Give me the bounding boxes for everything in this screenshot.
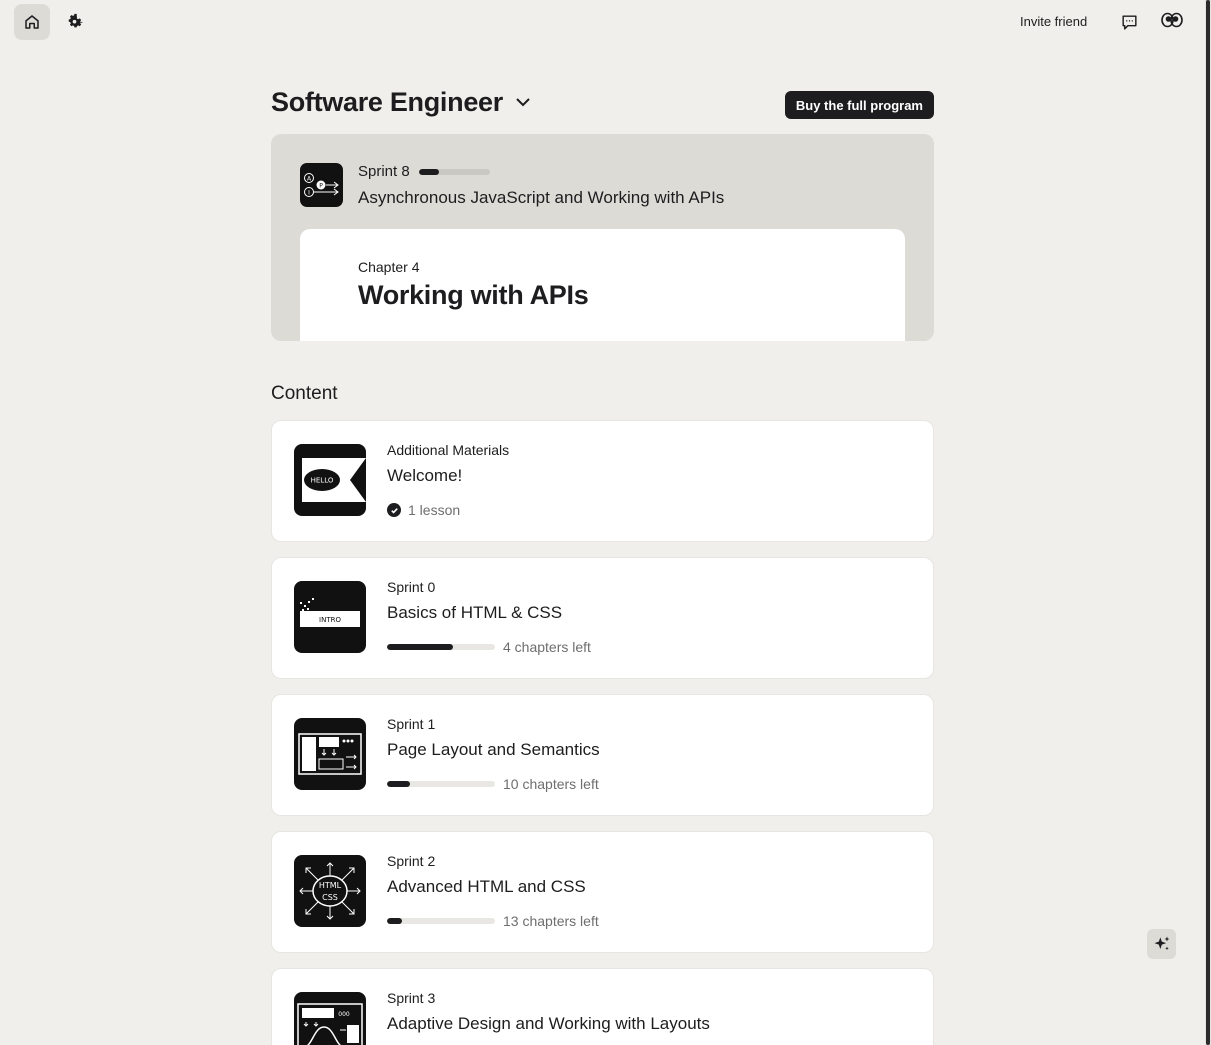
home-button[interactable] xyxy=(14,4,50,40)
course-progress-fill xyxy=(387,918,403,924)
program-title[interactable]: Software Engineer xyxy=(271,87,503,118)
svg-text:HELLO: HELLO xyxy=(311,477,334,485)
course-progress-bar xyxy=(387,918,495,924)
chapter-title: Working with APIs xyxy=(358,280,589,310)
buy-full-program-button[interactable]: Buy the full program xyxy=(784,91,934,119)
scrollbar-thumb[interactable] xyxy=(1206,0,1210,1045)
chapters-left: 13 chapters left xyxy=(503,913,599,929)
svg-text:000: 000 xyxy=(338,1011,350,1018)
chat-button[interactable] xyxy=(1111,4,1147,40)
course-card[interactable]: HTML CSS Sprint 2 Advanced HTML and CSS … xyxy=(271,831,934,953)
course-meta: 4 chapters left xyxy=(387,639,591,655)
course-progress-fill xyxy=(387,781,410,787)
gear-icon xyxy=(68,13,83,28)
course-thumbnail xyxy=(294,718,366,790)
course-title: Basics of HTML & CSS xyxy=(387,603,563,622)
course-card[interactable]: Sprint 1 Page Layout and Semantics 10 ch… xyxy=(271,694,934,816)
course-sprint-label: Sprint 3 xyxy=(387,990,436,1006)
course-progress-bar xyxy=(387,781,495,787)
course-title: Advanced HTML and CSS xyxy=(387,877,586,896)
program-header: Software Engineer Buy the full program xyxy=(271,86,934,126)
course-card[interactable]: INTRO Sprint 0 Basics of HTML & CSS 4 ch… xyxy=(271,557,934,679)
course-meta: 1 lesson xyxy=(387,502,460,518)
html-css-illustration: HTML CSS xyxy=(299,862,361,920)
chevron-down-icon xyxy=(516,98,530,107)
course-card[interactable]: HELLO Additional Materials Welcome! 1 le… xyxy=(271,420,934,542)
svg-text:I: I xyxy=(308,190,310,197)
svg-text:P: P xyxy=(319,183,323,190)
course-title: Adaptive Design and Working with Layouts xyxy=(387,1014,710,1033)
svg-text:CSS: CSS xyxy=(322,893,338,902)
top-bar: Invite friend xyxy=(0,0,1205,44)
avatar-icon xyxy=(1161,12,1183,28)
course-category: Additional Materials xyxy=(387,442,510,458)
home-icon xyxy=(25,15,39,29)
course-title: Welcome! xyxy=(387,466,463,485)
chapter-label: Chapter 4 xyxy=(358,259,420,275)
course-thumbnail: INTRO xyxy=(294,581,366,653)
course-meta: 13 chapters left xyxy=(387,913,599,929)
settings-button[interactable] xyxy=(57,4,93,40)
program-switcher[interactable] xyxy=(514,95,532,113)
svg-text:HTML: HTML xyxy=(319,881,342,890)
course-title: Page Layout and Semantics xyxy=(387,740,600,759)
course-thumbnail: HELLO xyxy=(294,444,366,516)
sprint-progress-bar xyxy=(419,169,490,175)
course-progress-bar xyxy=(387,644,495,650)
chat-icon xyxy=(1121,14,1137,30)
content-heading: Content xyxy=(271,383,338,404)
course-card[interactable]: 000 Sprint 3 Adaptive Design and Working… xyxy=(271,968,934,1045)
current-sprint-label: Sprint 8 xyxy=(358,163,410,180)
course-sprint-label: Sprint 0 xyxy=(387,579,436,595)
lesson-count: 1 lesson xyxy=(408,502,461,518)
invite-friend-link[interactable]: Invite friend xyxy=(1020,14,1087,29)
ai-assistant-button[interactable] xyxy=(1147,929,1176,959)
course-thumbnail: 000 xyxy=(294,992,366,1045)
intro-illustration: INTRO xyxy=(300,598,360,627)
sprint-progress-fill xyxy=(419,169,439,175)
chapters-left: 10 chapters left xyxy=(503,776,599,792)
course-sprint-label: Sprint 2 xyxy=(387,853,436,869)
current-sprint-panel[interactable]: A P I Sprint 8 Asynchronous JavaScript a… xyxy=(271,134,934,341)
api-illustration: A P I xyxy=(304,173,339,197)
chapters-left: 4 chapters left xyxy=(503,639,591,655)
sprint-thumbnail: A P I xyxy=(300,163,343,207)
current-chapter-card[interactable]: Chapter 4 Working with APIs xyxy=(300,229,905,341)
adaptive-illustration: 000 xyxy=(297,1003,363,1045)
course-thumbnail: HTML CSS xyxy=(294,855,366,927)
course-sprint-label: Sprint 1 xyxy=(387,716,436,732)
course-progress-fill xyxy=(387,644,453,650)
sparkle-icon xyxy=(1154,936,1169,951)
svg-text:INTRO: INTRO xyxy=(319,616,341,624)
current-sprint-title: Asynchronous JavaScript and Working with… xyxy=(358,188,725,207)
hello-illustration: HELLO xyxy=(302,458,366,502)
course-meta: 10 chapters left xyxy=(387,776,599,792)
check-icon xyxy=(387,503,401,517)
avatar-button[interactable] xyxy=(1154,2,1190,38)
layout-illustration xyxy=(298,733,362,775)
